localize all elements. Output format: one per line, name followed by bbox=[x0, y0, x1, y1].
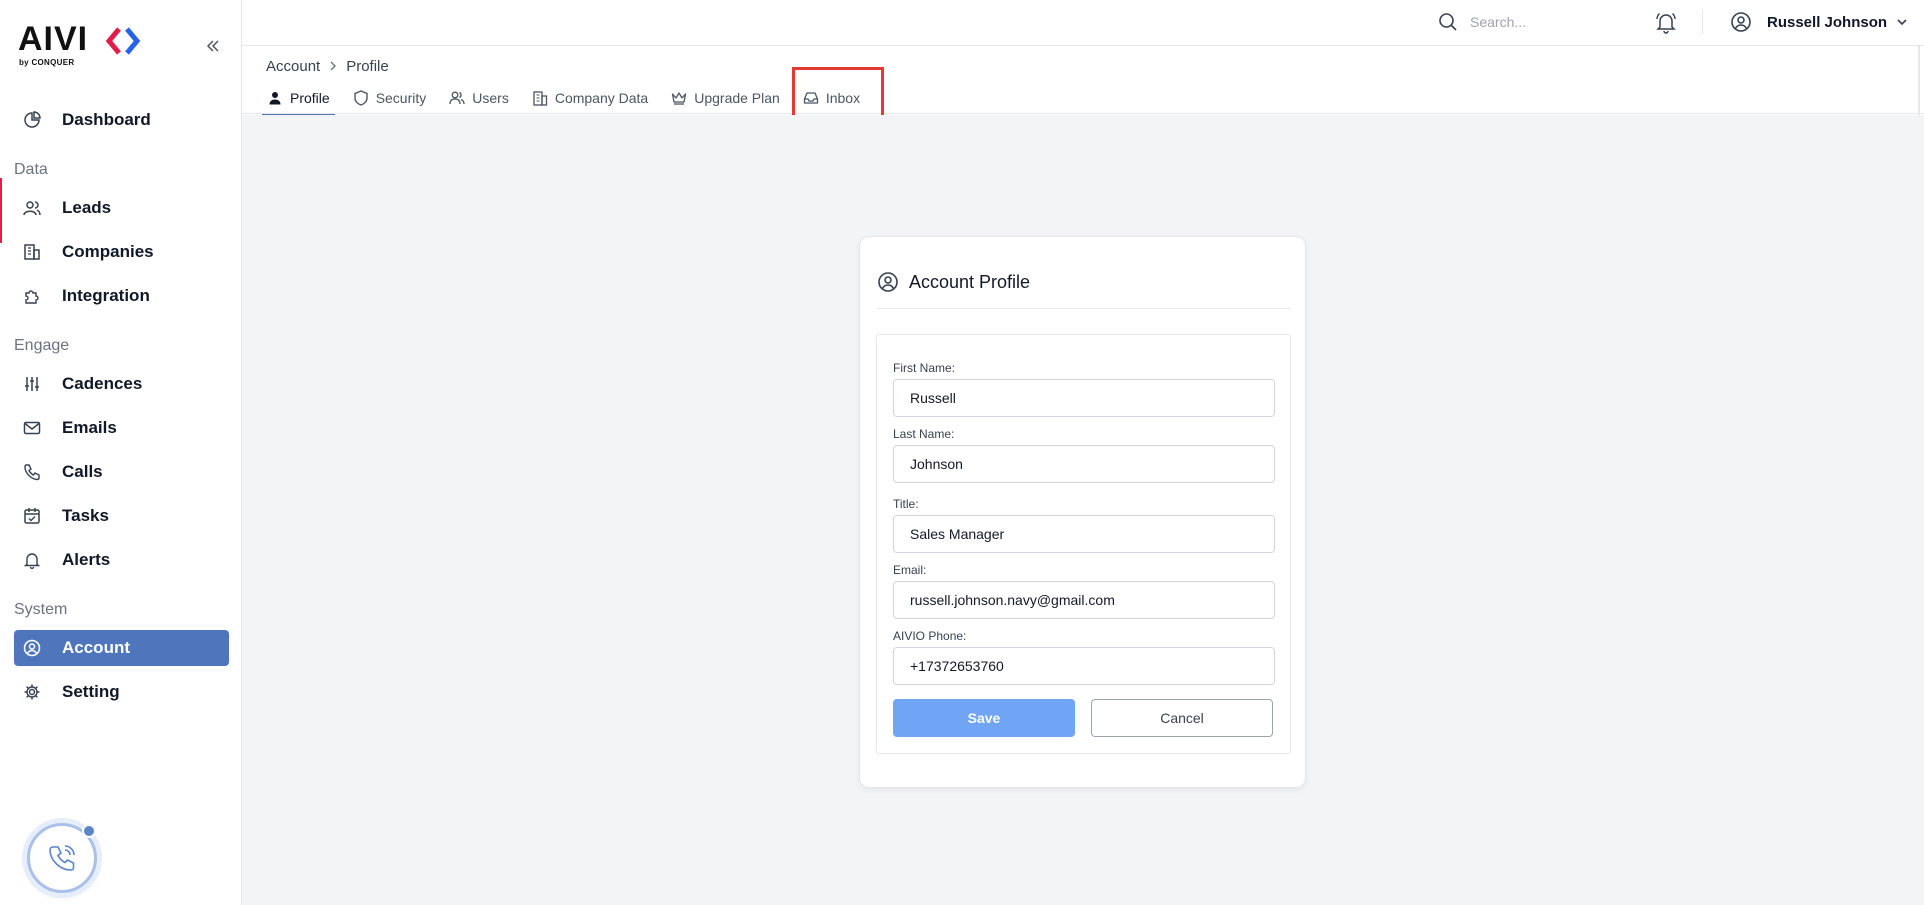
sidebar: AIVI by CONQUER Dashboard Data Leads Com… bbox=[0, 0, 242, 905]
tab-profile[interactable]: Profile bbox=[262, 82, 335, 116]
save-button[interactable]: Save bbox=[893, 699, 1075, 737]
sidebar-item-setting[interactable]: Setting bbox=[14, 674, 229, 710]
card-header: Account Profile bbox=[877, 270, 1290, 309]
users-icon bbox=[23, 199, 41, 217]
sidebar-item-integration[interactable]: Integration bbox=[14, 278, 229, 314]
leads-indicator bbox=[0, 178, 2, 243]
sidebar-item-label: Integration bbox=[62, 286, 150, 305]
search-input[interactable] bbox=[1470, 14, 1640, 30]
tab-company-data[interactable]: Company Data bbox=[527, 82, 653, 114]
users-icon bbox=[449, 90, 465, 106]
section-label-engage: Engage bbox=[14, 337, 70, 354]
tab-label: Company Data bbox=[554, 90, 649, 106]
breadcrumb-parent[interactable]: Account bbox=[266, 58, 320, 75]
sidebar-item-label: Calls bbox=[62, 462, 103, 481]
gear-icon bbox=[23, 683, 41, 701]
shield-icon bbox=[353, 90, 369, 106]
user-name: Russell Johnson bbox=[1767, 13, 1888, 31]
breadcrumb-current: Profile bbox=[346, 58, 389, 75]
main-content: Account Profile First Name: Last Name: T… bbox=[242, 115, 1924, 905]
chevron-right-icon bbox=[328, 58, 338, 75]
last-name-label: Last Name: bbox=[893, 427, 955, 441]
mail-icon bbox=[23, 419, 41, 437]
logo-wordmark: AIVI bbox=[18, 20, 89, 58]
calendar-check-icon bbox=[23, 507, 41, 525]
logo-chevron-icon bbox=[105, 27, 141, 55]
search-icon bbox=[1439, 13, 1457, 31]
first-name-label: First Name: bbox=[893, 361, 956, 375]
user-menu[interactable]: Russell Johnson bbox=[1730, 10, 1909, 34]
aivi-logo[interactable]: AIVI by CONQUER bbox=[18, 20, 143, 68]
sidebar-item-label: Alerts bbox=[62, 550, 111, 569]
header-divider bbox=[1702, 10, 1703, 34]
chevron-down-icon bbox=[1897, 19, 1907, 26]
tab-security[interactable]: Security bbox=[348, 82, 432, 114]
section-label-system: System bbox=[14, 601, 68, 618]
tab-label: Upgrade Plan bbox=[694, 90, 780, 106]
user-icon bbox=[267, 90, 283, 106]
sidebar-item-emails[interactable]: Emails bbox=[14, 410, 229, 446]
phone-icon bbox=[23, 463, 41, 481]
collapse-sidebar-button[interactable] bbox=[202, 35, 224, 57]
first-name-field[interactable] bbox=[893, 379, 1275, 417]
sidebar-item-label: Setting bbox=[62, 682, 120, 701]
sidebar-item-leads[interactable]: Leads bbox=[14, 190, 229, 226]
tab-label: Security bbox=[375, 90, 427, 106]
pie-chart-icon bbox=[23, 111, 41, 129]
sidebar-item-account[interactable]: Account bbox=[14, 630, 229, 666]
crown-icon bbox=[671, 90, 687, 106]
title-field[interactable] bbox=[893, 515, 1275, 553]
tab-label: Profile bbox=[290, 90, 330, 106]
sliders-icon bbox=[23, 375, 41, 393]
tab-label: Users bbox=[472, 90, 509, 106]
sidebar-item-label: Account bbox=[62, 638, 130, 657]
status-dot bbox=[82, 824, 96, 838]
dialer-button[interactable] bbox=[27, 823, 97, 893]
last-name-field[interactable] bbox=[893, 445, 1275, 483]
bell-icon bbox=[1656, 13, 1676, 34]
sidebar-item-label: Companies bbox=[62, 242, 154, 261]
tab-users[interactable]: Users bbox=[444, 82, 514, 114]
building-icon bbox=[532, 90, 548, 106]
sidebar-item-alerts[interactable]: Alerts bbox=[14, 542, 229, 578]
sidebar-item-label: Tasks bbox=[62, 506, 109, 525]
sidebar-item-tasks[interactable]: Tasks bbox=[14, 498, 229, 534]
sidebar-item-label: Emails bbox=[62, 418, 117, 437]
account-profile-card: Account Profile First Name: Last Name: T… bbox=[859, 236, 1306, 788]
sidebar-item-label: Leads bbox=[62, 198, 112, 217]
chevrons-left-icon bbox=[206, 40, 219, 52]
title-label: Title: bbox=[893, 497, 919, 511]
user-circle-icon bbox=[878, 272, 898, 292]
puzzle-icon bbox=[23, 287, 41, 305]
bell-icon bbox=[23, 551, 41, 569]
phone-label: AIVIO Phone: bbox=[893, 629, 967, 643]
sidebar-item-dashboard[interactable]: Dashboard bbox=[14, 102, 229, 138]
account-tabs: Profile Security Users Company Data Upgr… bbox=[262, 82, 878, 116]
section-label-data: Data bbox=[14, 161, 48, 178]
user-circle-icon bbox=[23, 639, 41, 657]
inbox-tab-highlight bbox=[792, 67, 884, 118]
sidebar-item-label: Dashboard bbox=[62, 110, 151, 129]
logo-subtitle: by CONQUER bbox=[19, 58, 75, 67]
cancel-button[interactable]: Cancel bbox=[1091, 699, 1273, 737]
notifications-button[interactable] bbox=[1654, 10, 1678, 34]
sidebar-item-calls[interactable]: Calls bbox=[14, 454, 229, 490]
email-field[interactable] bbox=[893, 581, 1275, 619]
top-bar: Russell Johnson bbox=[242, 0, 1924, 46]
card-title: Account Profile bbox=[909, 271, 1031, 292]
phone-call-icon bbox=[49, 845, 75, 871]
profile-form: First Name: Last Name: Title: Email: AIV… bbox=[876, 334, 1291, 754]
user-circle-icon bbox=[1731, 12, 1751, 32]
phone-field[interactable] bbox=[893, 647, 1275, 685]
email-label: Email: bbox=[893, 563, 927, 577]
building-icon bbox=[23, 243, 41, 261]
breadcrumb: Account Profile bbox=[266, 58, 389, 75]
tab-upgrade-plan[interactable]: Upgrade Plan bbox=[666, 82, 785, 114]
page-header: Account Profile Profile Security Users C… bbox=[242, 46, 1924, 116]
sidebar-item-label: Cadences bbox=[62, 374, 143, 393]
sidebar-item-cadences[interactable]: Cadences bbox=[14, 366, 229, 402]
search-box[interactable] bbox=[1438, 10, 1640, 34]
sidebar-item-companies[interactable]: Companies bbox=[14, 234, 229, 270]
